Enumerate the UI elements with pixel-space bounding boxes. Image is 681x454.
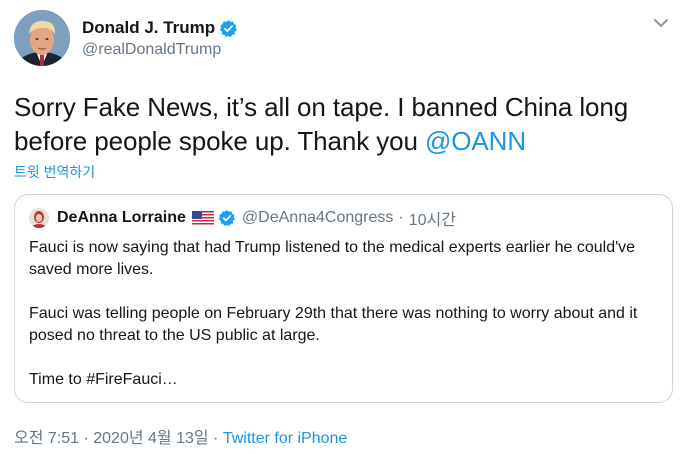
quoted-separator: · <box>398 209 404 226</box>
tweet-text: Sorry Fake News, it’s all on tape. I ban… <box>14 90 679 158</box>
quoted-time[interactable]: 10시간 <box>409 206 456 230</box>
tweet-source-link[interactable]: Twitter for iPhone <box>223 430 348 447</box>
mention-link[interactable]: @OANN <box>425 126 526 156</box>
quoted-paragraph: Fauci was telling people on February 29t… <box>29 305 638 344</box>
quoted-tweet-text: Fauci is now saying that had Trump liste… <box>29 237 659 391</box>
verified-badge-icon <box>219 19 238 38</box>
tweet-meta: 오전 7:51 · 2020년 4월 13일 · Twitter for iPh… <box>14 424 347 448</box>
avatar[interactable] <box>14 10 70 66</box>
quoted-tweet-header: DeAnna Lorraine @DeAnna4Congress · 10시간 <box>29 207 456 229</box>
tweet-timestamp[interactable]: 오전 7:51 · 2020년 4월 13일 · <box>14 430 223 447</box>
avatar-image <box>14 10 70 66</box>
tweet-text-main: Sorry Fake News, it’s all on tape. I ban… <box>14 92 629 156</box>
tweet[interactable]: Donald J. Trump @realDonaldTrump Sorry F… <box>0 0 681 454</box>
quoted-verified-badge-icon <box>218 209 236 227</box>
us-flag-icon <box>191 210 214 226</box>
quoted-paragraph: Time to #FireFauci… <box>29 371 178 388</box>
quoted-tweet[interactable]: DeAnna Lorraine @DeAnna4Congress · 10시간 … <box>14 194 673 403</box>
quoted-display-name[interactable]: DeAnna Lorraine <box>57 209 186 227</box>
quoted-avatar[interactable] <box>29 208 49 228</box>
translate-tweet-link[interactable]: 트윗 번역하기 <box>14 162 95 182</box>
author-name-row[interactable]: Donald J. Trump <box>82 16 238 40</box>
chevron-down-icon[interactable] <box>652 14 670 32</box>
author-handle[interactable]: @realDonaldTrump <box>82 41 221 59</box>
author-display-name[interactable]: Donald J. Trump <box>82 18 215 38</box>
quoted-handle[interactable]: @DeAnna4Congress <box>242 209 393 227</box>
quoted-paragraph: Fauci is now saying that had Trump liste… <box>29 239 636 278</box>
